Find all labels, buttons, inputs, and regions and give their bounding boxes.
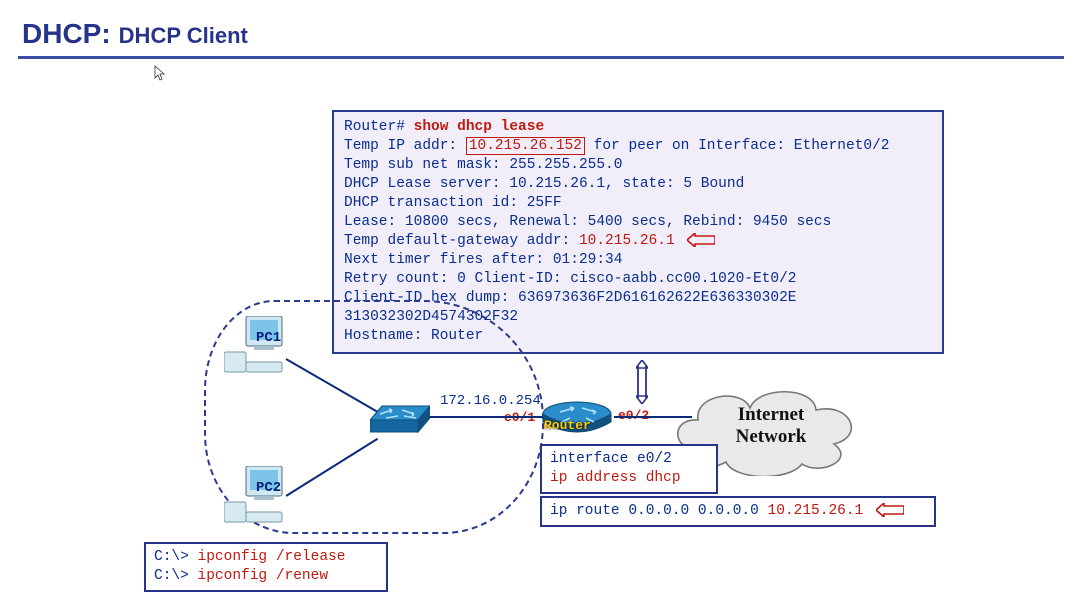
pc-prompt2: C:\> (154, 568, 189, 584)
interface-config-box: interface e0/2 ip address dhcp (540, 444, 718, 494)
ip-route-box: ip route 0.0.0.0 0.0.0.0 10.215.26.1 (540, 496, 936, 527)
route-gw: 10.215.26.1 (768, 503, 864, 519)
retry-clientid-line: Retry count: 0 Client-ID: cisco-aabb.cc0… (344, 270, 932, 289)
left-arrow-icon (687, 233, 715, 247)
slide-title: DHCP: DHCP Client (22, 18, 248, 50)
subnet-mask-line: Temp sub net mask: 255.255.255.0 (344, 156, 932, 175)
router-prompt: Router# (344, 119, 405, 135)
lease-times-line: Lease: 10800 secs, Renewal: 5400 secs, R… (344, 213, 932, 232)
link-switch-router (430, 416, 544, 418)
pc1-icon (224, 316, 286, 379)
switch-ip-label: 172.16.0.254 (440, 393, 541, 409)
gateway-label: Temp default-gateway addr: (344, 233, 579, 249)
router-label: Router (544, 418, 591, 433)
title-subject: DHCP Client (119, 23, 248, 49)
mouse-cursor-icon (154, 65, 166, 81)
title-divider (18, 56, 1064, 59)
temp-ip-value: 10.215.26.152 (466, 137, 585, 155)
switch-icon (370, 400, 430, 434)
pc-cmd2: ipconfig /renew (189, 568, 328, 584)
pc1-label: PC1 (256, 330, 281, 346)
router-command: show dhcp lease (414, 119, 545, 135)
temp-ip-label: Temp IP addr: (344, 138, 457, 154)
temp-ip-tail: for peer on Interface: Ethernet0/2 (594, 138, 890, 154)
double-arrow-icon (636, 360, 648, 404)
int-line2: ip address dhcp (550, 469, 708, 488)
route-text: ip route 0.0.0.0 0.0.0.0 (550, 503, 768, 519)
txid-line: DHCP transaction id: 25FF (344, 194, 932, 213)
pc2-label: PC2 (256, 480, 281, 496)
pc-prompt1: C:\> (154, 549, 189, 565)
left-arrow-icon-2 (876, 503, 904, 517)
gateway-value: 10.215.26.1 (579, 233, 675, 249)
pc2-icon (224, 466, 286, 529)
cloud-label: Internet Network (716, 404, 826, 448)
next-timer-line: Next timer fires after: 01:29:34 (344, 251, 932, 270)
pc-cmd1: ipconfig /release (189, 549, 346, 565)
lease-server-line: DHCP Lease server: 10.215.26.1, state: 5… (344, 175, 932, 194)
cloud-label-l2: Network (736, 426, 807, 447)
pc-ipconfig-box: C:\> ipconfig /release C:\> ipconfig /re… (144, 542, 388, 592)
title-prefix: DHCP: (22, 18, 111, 50)
int-line1: interface e0/2 (550, 450, 708, 469)
cloud-label-l1: Internet (738, 404, 804, 425)
